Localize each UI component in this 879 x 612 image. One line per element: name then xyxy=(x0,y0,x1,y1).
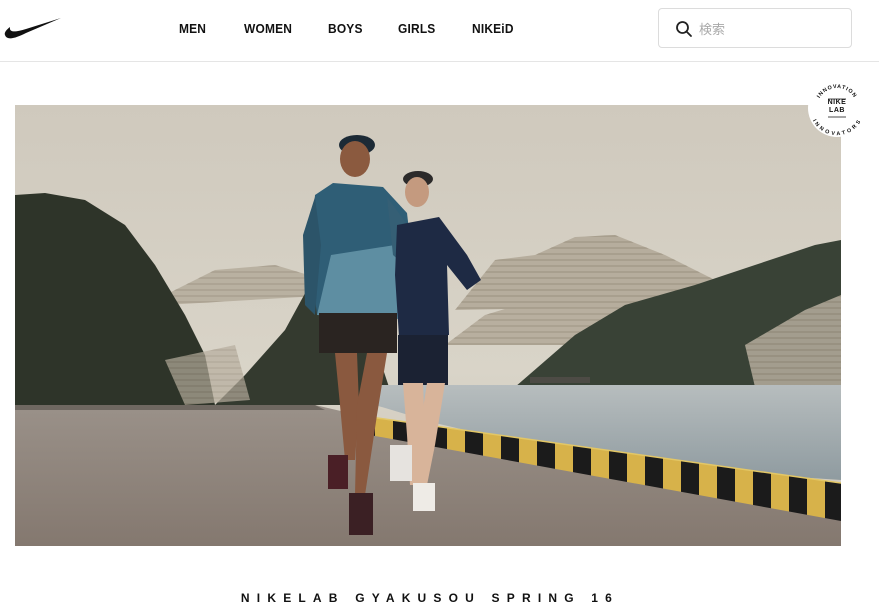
nike-swoosh-logo[interactable] xyxy=(4,14,62,40)
badge-line-lab: LAB xyxy=(829,107,845,114)
hero-caption[interactable]: NIKELAB GYAKUSOU SPRING 16 xyxy=(0,591,860,605)
nav-men[interactable]: MEN xyxy=(179,21,206,36)
nav-boys[interactable]: BOYS xyxy=(328,21,363,36)
search-icon[interactable] xyxy=(675,20,693,38)
site-header: MEN WOMEN BOYS GIRLS NIKEiD xyxy=(0,0,879,62)
nav-women[interactable]: WOMEN xyxy=(244,21,292,36)
hero-photo xyxy=(15,105,841,546)
nav-nikeid[interactable]: NIKEiD xyxy=(472,21,514,36)
nav-girls[interactable]: GIRLS xyxy=(398,21,435,36)
badge-line-nike: NIKE xyxy=(827,99,847,106)
hero-banner[interactable] xyxy=(15,105,841,546)
nikelab-innovation-badge[interactable]: INNOVATION INNOVATORS NIKE LAB xyxy=(808,79,866,137)
badge-center: NIKE LAB xyxy=(808,99,866,115)
search-box[interactable] xyxy=(658,8,852,48)
search-input[interactable] xyxy=(699,17,839,41)
